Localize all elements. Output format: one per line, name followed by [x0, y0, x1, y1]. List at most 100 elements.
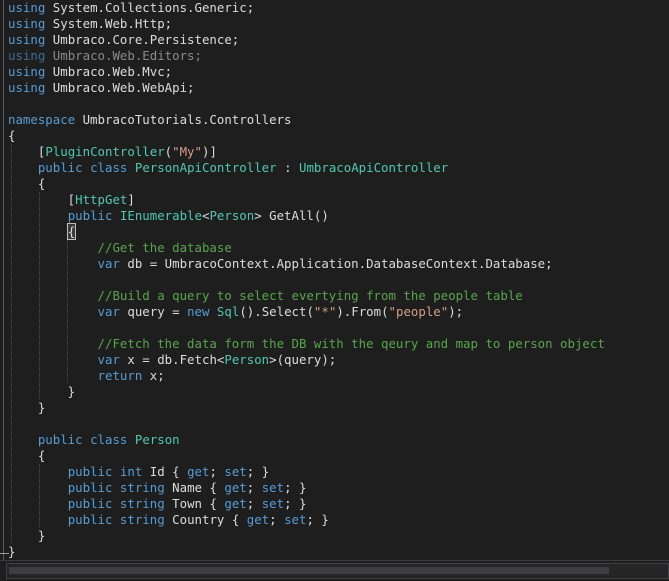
- caret-line-marker: [0, 553, 9, 554]
- code-line[interactable]: using System.Collections.Generic;: [0, 0, 669, 16]
- code-line[interactable]: using Umbraco.Web.Mvc;: [0, 64, 669, 80]
- code-token: get: [224, 480, 247, 495]
- code-line[interactable]: using Umbraco.Core.Persistence;: [0, 32, 669, 48]
- code-line[interactable]: public string Town { get; set; }: [0, 496, 669, 512]
- code-line[interactable]: }: [0, 528, 669, 544]
- code-text: return x;: [8, 368, 165, 384]
- code-token: IEnumerable: [119, 208, 202, 223]
- code-line[interactable]: return x;: [0, 368, 669, 384]
- code-token: ; }: [246, 464, 270, 479]
- code-token: ; }: [284, 496, 307, 511]
- code-line[interactable]: public class Person: [0, 432, 669, 448]
- outline-margin: [0, 320, 7, 336]
- code-line[interactable]: //Build a query to select evertying from…: [0, 288, 669, 304]
- code-token: return: [97, 368, 143, 383]
- code-line[interactable]: public class PersonApiController : Umbra…: [0, 160, 669, 176]
- code-line[interactable]: [0, 96, 669, 112]
- code-line[interactable]: namespace UmbracoTutorials.Controllers: [0, 112, 669, 128]
- code-token: Person: [224, 352, 270, 367]
- code-text: public string Country { get; set; }: [8, 512, 329, 528]
- code-token: class: [90, 432, 128, 447]
- horizontal-scrollbar[interactable]: [6, 563, 669, 579]
- code-line[interactable]: {: [0, 128, 669, 144]
- code-token: string: [119, 496, 165, 511]
- code-token: set: [261, 496, 285, 511]
- code-line[interactable]: [0, 272, 669, 288]
- code-text: public string Town { get; set; }: [8, 496, 307, 512]
- code-line[interactable]: public int Id { get; set; }: [0, 464, 669, 480]
- code-line[interactable]: using Umbraco.Web.WebApi;: [0, 80, 669, 96]
- outline-margin: [0, 256, 7, 272]
- code-line[interactable]: using System.Web.Http;: [0, 16, 669, 32]
- code-token: new: [187, 304, 210, 319]
- code-editor[interactable]: using System.Collections.Generic; using S…: [0, 0, 669, 560]
- code-line[interactable]: [HttpGet]: [0, 192, 669, 208]
- code-text: public string Name { get; set; }: [8, 480, 307, 496]
- indent-guide: [67, 320, 69, 336]
- outline-margin: [0, 48, 7, 64]
- code-token: public: [67, 480, 113, 495]
- code-token: Umbraco.Web.WebApi;: [45, 80, 195, 95]
- code-text: }: [8, 528, 45, 544]
- code-line[interactable]: {: [0, 223, 669, 240]
- code-line[interactable]: //Fetch the data form the DB with the qe…: [0, 336, 669, 352]
- code-token: "My": [172, 144, 202, 159]
- outline-margin: [0, 464, 7, 480]
- code-line[interactable]: {: [0, 176, 669, 192]
- outline-margin: [0, 96, 7, 112]
- code-text: //Get the database: [8, 240, 232, 256]
- code-line[interactable]: using Umbraco.Web.Editors;: [0, 48, 669, 64]
- code-line[interactable]: }: [0, 544, 669, 560]
- code-token: int: [119, 464, 143, 479]
- code-line[interactable]: }: [0, 384, 669, 400]
- code-line[interactable]: [0, 320, 669, 336]
- code-token: ;: [269, 512, 285, 527]
- code-line[interactable]: var x = db.Fetch<Person>(query);: [0, 352, 669, 368]
- code-line[interactable]: }: [0, 400, 669, 416]
- code-token: "*": [313, 304, 337, 319]
- code-token: [: [8, 192, 76, 207]
- code-token: HttpGet: [75, 192, 128, 207]
- outline-margin: [0, 416, 7, 432]
- code-token: );: [448, 304, 464, 319]
- code-line[interactable]: var db = UmbracoContext.Application.Data…: [0, 256, 669, 272]
- code-text: var x = db.Fetch<Person>(query);: [8, 352, 337, 368]
- code-token: //Fetch the data form the DB with the qe…: [97, 336, 605, 351]
- code-token: using: [8, 48, 46, 63]
- code-token: using: [8, 0, 46, 15]
- outline-margin: [0, 528, 7, 544]
- code-line[interactable]: {: [0, 448, 669, 464]
- code-token: Person: [209, 208, 255, 223]
- code-line[interactable]: //Get the database: [0, 240, 669, 256]
- code-token: //Get the database: [97, 240, 232, 255]
- code-line[interactable]: [PluginController("My")]: [0, 144, 669, 160]
- outline-margin: [0, 384, 7, 400]
- code-token: public: [67, 208, 113, 223]
- outline-margin: [0, 512, 7, 528]
- outline-margin: [0, 368, 7, 384]
- indent-guide: [39, 320, 41, 336]
- code-text: {: [8, 448, 45, 464]
- code-line[interactable]: [0, 416, 669, 432]
- outline-margin: [0, 288, 7, 304]
- code-line[interactable]: public IEnumerable<Person> GetAll(): [0, 208, 669, 224]
- code-line[interactable]: var query = new Sql().Select("*").From("…: [0, 304, 669, 320]
- code-token: var: [97, 352, 120, 367]
- code-line[interactable]: public string Name { get; set; }: [0, 480, 669, 496]
- code-token: PluginController: [45, 144, 165, 159]
- scrollbar-thumb[interactable]: [9, 567, 609, 574]
- code-text: public class PersonApiController : Umbra…: [8, 160, 448, 176]
- code-line[interactable]: public string Country { get; set; }: [0, 512, 669, 528]
- outline-margin: [0, 496, 7, 512]
- code-token: }: [8, 384, 76, 399]
- outline-margin: [0, 336, 7, 352]
